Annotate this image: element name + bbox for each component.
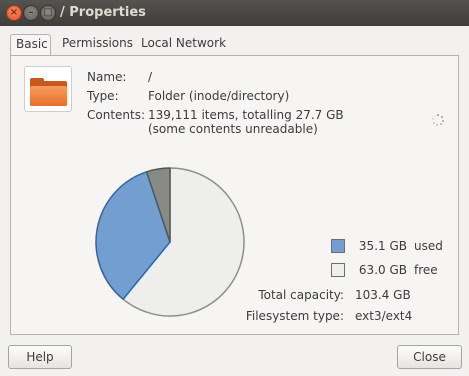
used-label: used	[414, 239, 443, 253]
basic-tab-page: Name: / Type: Folder (inode/directory) C…	[10, 55, 459, 335]
close-icon: ×	[9, 7, 19, 18]
tab-local-network-share[interactable]: Local Network Share	[136, 34, 256, 69]
close-button[interactable]: Close	[397, 345, 462, 369]
folder-icon	[24, 66, 72, 112]
properties-window: × – □ / Properties Basic Permissions Loc…	[0, 0, 469, 376]
maximize-window-button[interactable]: □	[40, 5, 56, 21]
window-title: / Properties	[60, 5, 146, 20]
maximize-icon: □	[43, 7, 53, 18]
minimize-window-button[interactable]: –	[23, 5, 39, 21]
filesystem-type-value: ext3/ext4	[355, 309, 413, 323]
minimize-icon: –	[28, 7, 34, 18]
title-bar[interactable]: × – □ / Properties	[0, 0, 469, 26]
loading-spinner-icon	[432, 114, 444, 126]
name-value: /	[148, 70, 153, 84]
tab-basic[interactable]: Basic	[10, 34, 51, 56]
type-label: Type:	[87, 89, 119, 103]
used-value: 35.1 GB	[358, 239, 407, 253]
used-legend-swatch	[331, 239, 345, 253]
filesystem-type-label: Filesystem type:	[245, 309, 344, 323]
contents-label: Contents:	[87, 108, 146, 122]
close-window-button[interactable]: ×	[6, 5, 22, 21]
type-value: Folder (inode/directory)	[148, 89, 290, 103]
total-capacity-label: Total capacity:	[258, 288, 344, 302]
contents-value: 139,111 items, totalling 27.7 GB	[148, 108, 344, 122]
name-label: Name:	[87, 70, 127, 84]
free-legend-swatch	[331, 263, 345, 277]
contents-note: (some contents unreadable)	[148, 122, 318, 136]
total-capacity-value: 103.4 GB	[355, 288, 411, 302]
free-label: free	[414, 263, 438, 277]
tab-permissions[interactable]: Permissions	[57, 34, 133, 55]
free-value: 63.0 GB	[358, 263, 407, 277]
help-button[interactable]: Help	[8, 345, 72, 369]
